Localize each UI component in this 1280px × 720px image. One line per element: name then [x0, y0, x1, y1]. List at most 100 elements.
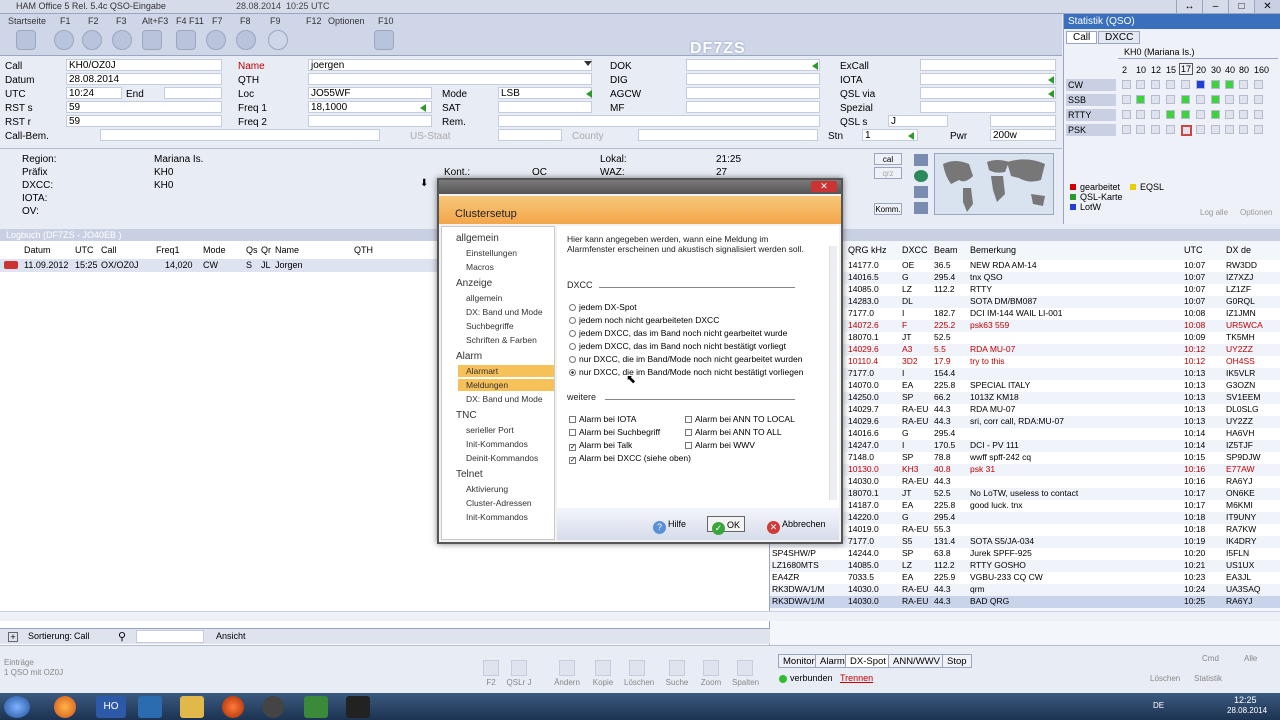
col-qs[interactable]: Qs: [246, 245, 258, 255]
freq2-field[interactable]: [308, 115, 432, 127]
nav-item[interactable]: serieller Port: [466, 424, 514, 436]
log-all-button[interactable]: Log alle: [1200, 208, 1228, 217]
dxcc-radio-1[interactable]: jedem noch nicht gearbeiteten DXCC: [569, 315, 719, 325]
list-small-icon[interactable]: [914, 202, 928, 214]
freq1-field[interactable]: 18,1000: [308, 101, 432, 113]
tab-ann-wwv[interactable]: ANN/WWV: [888, 654, 945, 668]
explorer-icon[interactable]: [180, 696, 204, 718]
map-icon[interactable]: [112, 30, 132, 50]
logbook-scrollbar[interactable]: [0, 611, 770, 621]
add-icon[interactable]: +: [8, 632, 18, 642]
dxcc-radio-3[interactable]: jedem DXCC, das im Band noch nicht bestä…: [569, 341, 786, 351]
nav-item[interactable]: Macros: [466, 261, 494, 273]
nav-item[interactable]: Cluster-Adressen: [466, 497, 532, 509]
table-row[interactable]: RK3DWA/1/M 14030.0 RA-EU 44.3 qrm 10:24 UA3SAQ: [770, 584, 1280, 596]
qth-field[interactable]: [308, 73, 592, 85]
media-icon[interactable]: [222, 696, 244, 718]
antenna-icon[interactable]: [312, 30, 332, 50]
language-indicator[interactable]: DE: [1153, 701, 1164, 710]
col-name[interactable]: Name: [275, 245, 299, 255]
pwr-field[interactable]: 200w: [990, 129, 1056, 141]
col-bemerkung[interactable]: Bemerkung: [970, 245, 1016, 255]
col-freq1[interactable]: Freq1: [156, 245, 180, 255]
rstr-field[interactable]: 59: [66, 115, 222, 127]
table-row[interactable]: 14016.6 G 295.4 10:14 HA6VH: [770, 428, 1280, 440]
globe-icon[interactable]: [54, 30, 74, 50]
minimize-icon[interactable]: –: [1202, 0, 1228, 13]
start-icon[interactable]: [4, 696, 30, 718]
nav-item[interactable]: Deinit-Kommandos: [466, 452, 538, 464]
nav-item[interactable]: Init-Kommandos: [466, 511, 528, 523]
table-row[interactable]: 14029.6 RA-EU 44.3 sri, corr call, RDA:MU-0…: [770, 416, 1280, 428]
spezial-field[interactable]: [920, 101, 1056, 113]
end-field[interactable]: [164, 87, 222, 99]
tool-button-7[interactable]: Spalten: [732, 660, 759, 692]
loc-field[interactable]: JO55WF: [308, 87, 432, 99]
date-field[interactable]: 28.08.2014: [66, 73, 222, 85]
table-row[interactable]: 10130.0 KH3 40.8 psk 31 10:16 E77AW: [770, 464, 1280, 476]
dxcc-dropdown-icon[interactable]: ⬇: [420, 178, 428, 189]
county-field[interactable]: [638, 129, 818, 141]
tool-button-4[interactable]: Löschen: [624, 660, 654, 692]
table-row[interactable]: 14029.6 A3 5.5 RDA MU-07 10:12 UY2ZZ: [770, 344, 1280, 356]
col-beam[interactable]: Beam: [934, 245, 958, 255]
all-button[interactable]: Alle: [1244, 654, 1257, 663]
clear-button[interactable]: Löschen: [1150, 674, 1180, 683]
usstaat-field[interactable]: [498, 129, 562, 141]
dig-field[interactable]: [686, 73, 820, 85]
tool-button-5[interactable]: Suche: [664, 660, 690, 692]
nav-item[interactable]: Init-Kommandos: [466, 438, 528, 450]
stats-options-button[interactable]: Optionen: [1240, 208, 1272, 217]
col-mode[interactable]: Mode: [203, 245, 226, 255]
col-qr[interactable]: Qr: [261, 245, 271, 255]
close-icon[interactable]: ✕: [1254, 0, 1280, 13]
tab-dx-spot[interactable]: DX-Spot: [845, 654, 891, 668]
search-input[interactable]: [136, 630, 204, 643]
view-menu[interactable]: Ansicht: [216, 631, 246, 641]
nav-item[interactable]: Meldungen: [458, 379, 554, 391]
nav-item[interactable]: Schriften & Farben: [466, 334, 537, 346]
col-utc[interactable]: UTC: [75, 245, 94, 255]
qslvia-arrow-icon[interactable]: [1048, 90, 1054, 98]
table-row[interactable]: 14247.0 I 170.5 DCI - PV 111 10:14 IZ5TJF: [770, 440, 1280, 452]
tool-button-2[interactable]: Ändern: [554, 660, 580, 692]
alarm-checkbox-left-3[interactable]: ✓ Alarm bei DXCC (siehe oben): [569, 453, 691, 464]
restore-icon[interactable]: ↔: [1176, 0, 1202, 13]
clock-time[interactable]: 12:25: [1234, 695, 1257, 705]
table-row[interactable]: 14177.0 OE 36.5 NEW RDA AM-14 10:07 RW3DD: [770, 260, 1280, 272]
col-qrg[interactable]: QRG kHz: [848, 245, 887, 255]
grid-small-icon[interactable]: [914, 186, 928, 198]
iota-field[interactable]: [920, 73, 1056, 85]
nav-item[interactable]: Einstellungen: [466, 247, 517, 259]
table-row[interactable]: 14030.0 RA-EU 44.3 10:16 RA6YJ: [770, 476, 1280, 488]
refresh-icon[interactable]: [268, 30, 288, 50]
tab-stop[interactable]: Stop: [942, 654, 972, 668]
table-row[interactable]: RK3DWA/1/M 14030.0 RA-EU 44.3 BAD QRG 10:25 RA…: [770, 596, 1280, 608]
mode-field[interactable]: LSB: [498, 87, 592, 99]
table-row[interactable]: 14016.5 G 295.4 tnx QSO 10:07 IZ7XZJ: [770, 272, 1280, 284]
qsl-icon[interactable]: [236, 30, 256, 50]
qslvia-field[interactable]: [920, 87, 1056, 99]
dialog-scrollbar[interactable]: [829, 246, 837, 500]
cmd-button[interactable]: Cmd: [1202, 654, 1219, 663]
table-row[interactable]: 10110.4 3D2 17.9 try to this 10:12 OH4SS: [770, 356, 1280, 368]
alarm-checkbox-right-2[interactable]: Alarm bei WWV: [685, 440, 755, 450]
tool-button-6[interactable]: Zoom: [698, 660, 724, 692]
excall-field[interactable]: [920, 59, 1056, 71]
recorder-icon[interactable]: [346, 696, 370, 718]
dok-field[interactable]: [686, 59, 820, 71]
agcw-field[interactable]: [686, 87, 820, 99]
mode-arrow-icon[interactable]: [586, 90, 592, 98]
table-row[interactable]: 14070.0 EA 225.8 SPECIAL ITALY 10:13 G3OZN: [770, 380, 1280, 392]
world-icon[interactable]: [206, 30, 226, 50]
dx-scrollbar[interactable]: [770, 611, 1280, 621]
clock-date[interactable]: 28.08.2014: [1227, 706, 1267, 715]
table-row[interactable]: 14072.6 F 225.2 psk63 559 10:08 UR5WCA: [770, 320, 1280, 332]
cancel-button[interactable]: ✕ Abbrechen: [763, 516, 830, 534]
home-icon[interactable]: [16, 30, 36, 50]
table-row[interactable]: 14187.0 EA 225.8 good luck. tnx 10:17 M6KMI: [770, 500, 1280, 512]
nav-item[interactable]: Alarmart: [458, 365, 554, 377]
nav-item[interactable]: Suchbegriffe: [466, 320, 514, 332]
col-dxde[interactable]: DX de: [1226, 245, 1251, 255]
dxcc-radio-2[interactable]: jedem DXCC, das im Band noch nicht gearb…: [569, 328, 787, 338]
